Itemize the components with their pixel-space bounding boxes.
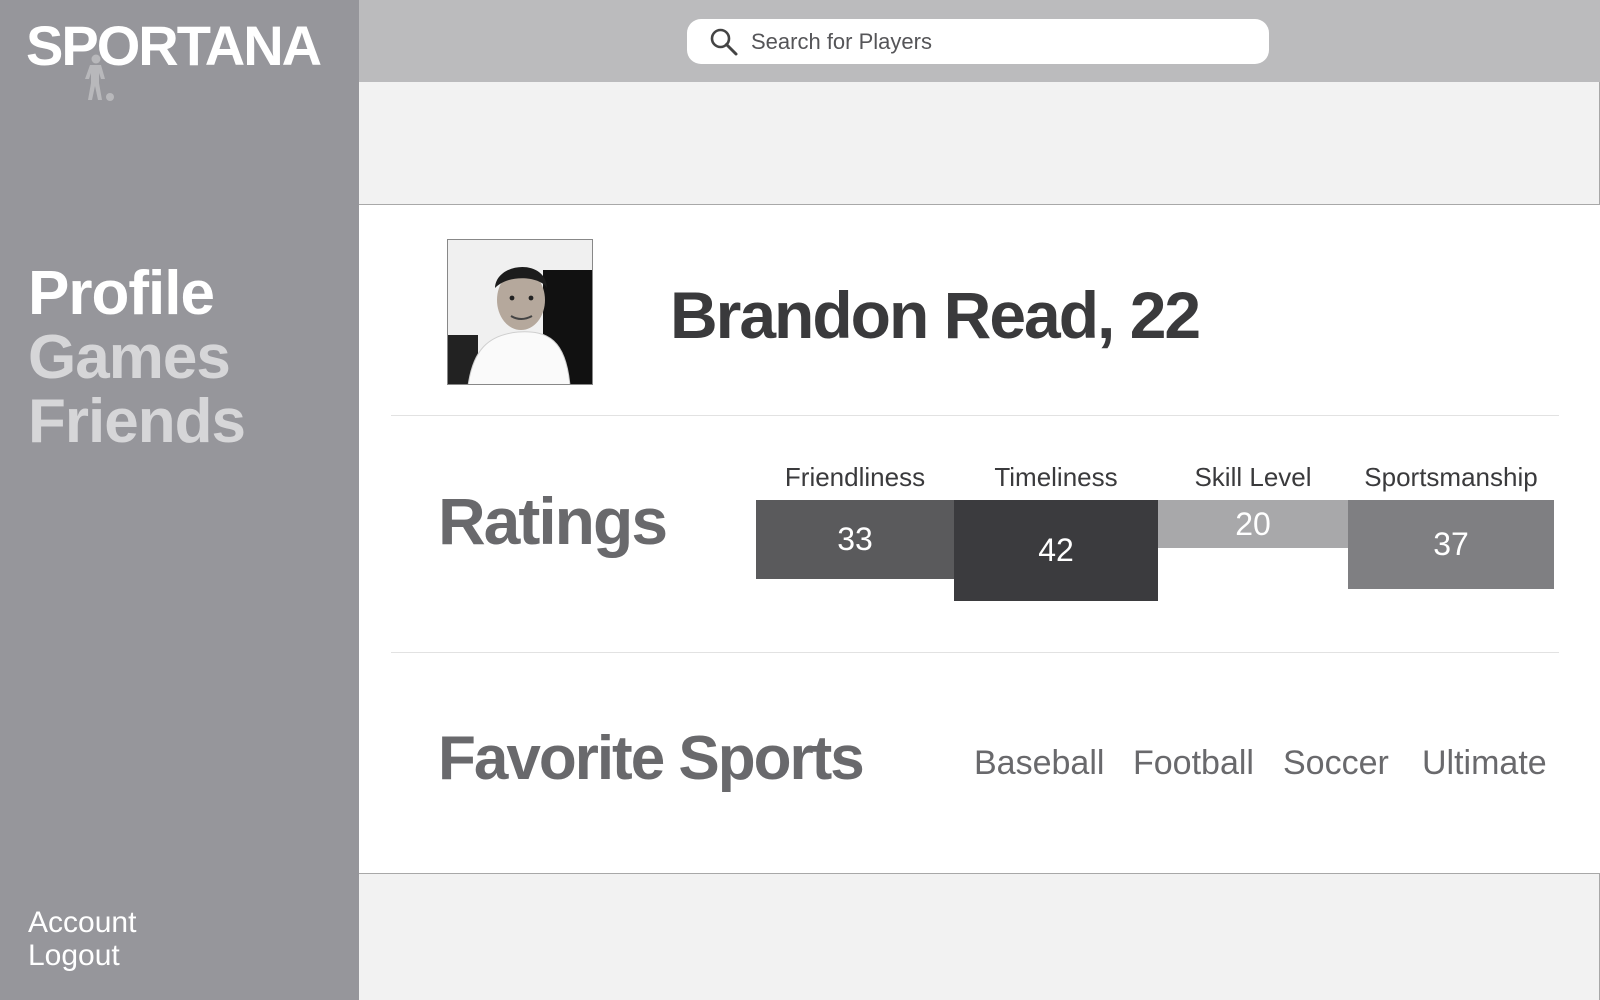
rating-bar-friendliness: 33 xyxy=(756,500,954,580)
nav-item-friends[interactable]: Friends xyxy=(28,390,246,454)
search-input[interactable] xyxy=(751,28,1231,55)
logo-text: SPORTANA xyxy=(26,14,322,77)
rating-value-friendliness: 33 xyxy=(837,521,873,558)
logo[interactable]: SPORTANA xyxy=(26,14,336,101)
footer-band xyxy=(359,873,1600,1000)
logout-link[interactable]: Logout xyxy=(28,939,136,972)
rating-label-friendliness: Friendliness xyxy=(784,462,926,492)
nav-item-games[interactable]: Games xyxy=(28,326,245,390)
rating-label-timeliness: Timeliness xyxy=(994,462,1118,492)
player-name: Brandon Read, 22 xyxy=(670,278,1201,352)
player-figure-icon xyxy=(85,54,114,101)
ratings-title: Ratings xyxy=(438,484,668,558)
sport-item-soccer[interactable]: Soccer xyxy=(1283,744,1389,783)
profile-photo-icon xyxy=(448,240,592,384)
rating-bar-timeliness: 42 xyxy=(954,500,1158,601)
rating-label-skill-level: Skill Level xyxy=(1194,462,1312,492)
sport-item-baseball[interactable]: Baseball xyxy=(974,744,1104,783)
search-box[interactable] xyxy=(687,19,1269,64)
sport-item-ultimate[interactable]: Ultimate xyxy=(1422,744,1547,783)
divider xyxy=(391,652,1559,653)
divider xyxy=(391,415,1559,416)
rating-value-skill-level: 20 xyxy=(1235,505,1271,542)
search-icon[interactable] xyxy=(709,27,739,57)
nav-item-profile[interactable]: Profile xyxy=(28,262,245,326)
account-link[interactable]: Account xyxy=(28,906,136,939)
avatar xyxy=(447,239,593,385)
rating-bar-sportsmanship: 37 xyxy=(1348,500,1554,589)
account-menu: Account Logout xyxy=(28,906,136,972)
rating-label-sportsmanship: Sportsmanship xyxy=(1364,462,1538,492)
rating-value-sportsmanship: 37 xyxy=(1433,525,1469,562)
sport-item-football[interactable]: Football xyxy=(1133,744,1254,783)
sidebar: SPORTANA Profile Games Friends Account L… xyxy=(0,0,359,1000)
main-nav: Profile Games Friends xyxy=(28,262,246,454)
header-band xyxy=(359,82,1600,205)
favorite-sports-title: Favorite Sports xyxy=(438,724,865,793)
rating-bar-skill-level: 20 xyxy=(1158,500,1348,548)
rating-value-timeliness: 42 xyxy=(1038,531,1074,568)
